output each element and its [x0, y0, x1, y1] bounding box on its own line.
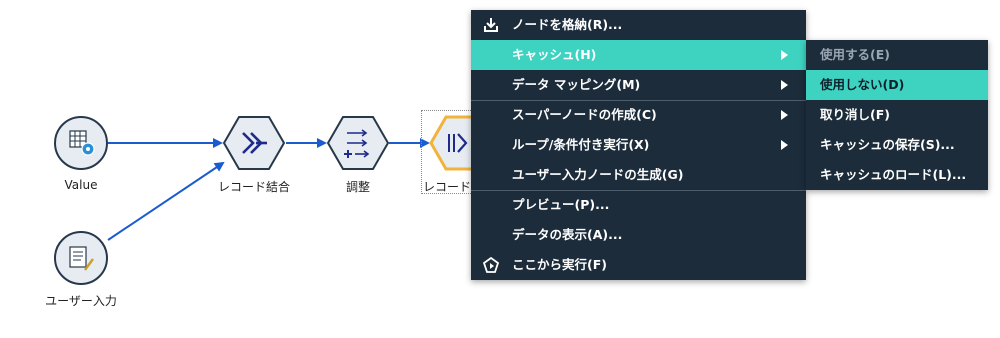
node-user-input-label: ユーザー入力	[45, 294, 117, 308]
menu-item-data-mapping[interactable]: データ マッピング(M)	[471, 70, 806, 100]
download-icon	[484, 18, 498, 32]
node-merge-label: レコード結合	[217, 180, 291, 194]
menu-item-label: ループ/条件付き実行(X)	[512, 137, 650, 152]
submenu-item-save-cache[interactable]: キャッシュの保存(S)...	[806, 130, 988, 160]
submenu-arrow-icon	[781, 110, 788, 120]
menu-item-generate-user-input[interactable]: ユーザー入力ノードの生成(G)	[471, 160, 806, 190]
connector-userinput-to-merge	[107, 161, 225, 241]
menu-item-label: スーパーノードの作成(C)	[512, 107, 657, 122]
submenu-arrow-icon	[781, 140, 788, 150]
node-value[interactable]	[54, 116, 108, 170]
menu-item-create-supernode[interactable]: スーパーノードの作成(C)	[471, 100, 806, 130]
node-value-label: Value	[64, 178, 98, 192]
submenu-item-disable[interactable]: 使用しない(D)	[806, 70, 988, 100]
submenu-arrow-icon	[781, 50, 788, 60]
run-from-here-icon	[483, 257, 499, 273]
menu-item-loop-conditional[interactable]: ループ/条件付き実行(X)	[471, 130, 806, 160]
menu-item-preview[interactable]: プレビュー(P)...	[471, 190, 806, 220]
menu-item-label: キャッシュ(H)	[512, 47, 597, 62]
submenu-arrow-icon	[781, 80, 788, 90]
menu-item-label: ユーザー入力ノードの生成(G)	[512, 167, 684, 182]
menu-item-view-data[interactable]: データの表示(A)...	[471, 220, 806, 250]
node-adjust[interactable]	[326, 116, 390, 170]
submenu-item-load-cache[interactable]: キャッシュのロード(L)...	[806, 160, 988, 190]
menu-item-store-node[interactable]: ノードを格納(R)...	[471, 10, 806, 40]
menu-item-run-from-here[interactable]: ここから実行(F)	[471, 250, 806, 280]
menu-item-cache[interactable]: キャッシュ(H)	[471, 40, 806, 70]
menu-item-label: ここから実行(F)	[512, 257, 607, 272]
menu-item-label: ノードを格納(R)...	[512, 17, 623, 32]
node-selected-label: レコード	[422, 180, 472, 194]
context-menu: ノードを格納(R)... キャッシュ(H) データ マッピング(M) スーパーノ…	[471, 10, 806, 280]
menu-item-label: データ マッピング(M)	[512, 77, 641, 92]
cache-submenu: 使用する(E) 使用しない(D) 取り消し(F) キャッシュの保存(S)... …	[806, 40, 988, 190]
submenu-item-flush[interactable]: 取り消し(F)	[806, 100, 988, 130]
submenu-item-label: キャッシュのロード(L)...	[820, 167, 967, 182]
submenu-item-label: 取り消し(F)	[820, 107, 890, 122]
submenu-item-label: キャッシュの保存(S)...	[820, 137, 955, 152]
submenu-item-enable[interactable]: 使用する(E)	[806, 40, 988, 70]
submenu-item-label: 使用する(E)	[820, 47, 890, 62]
node-adjust-label: 調整	[345, 180, 371, 194]
node-user-input[interactable]	[54, 231, 108, 285]
menu-item-label: データの表示(A)...	[512, 227, 623, 242]
node-merge[interactable]	[222, 116, 286, 170]
menu-item-label: プレビュー(P)...	[512, 197, 610, 212]
submenu-item-label: 使用しない(D)	[820, 77, 905, 92]
